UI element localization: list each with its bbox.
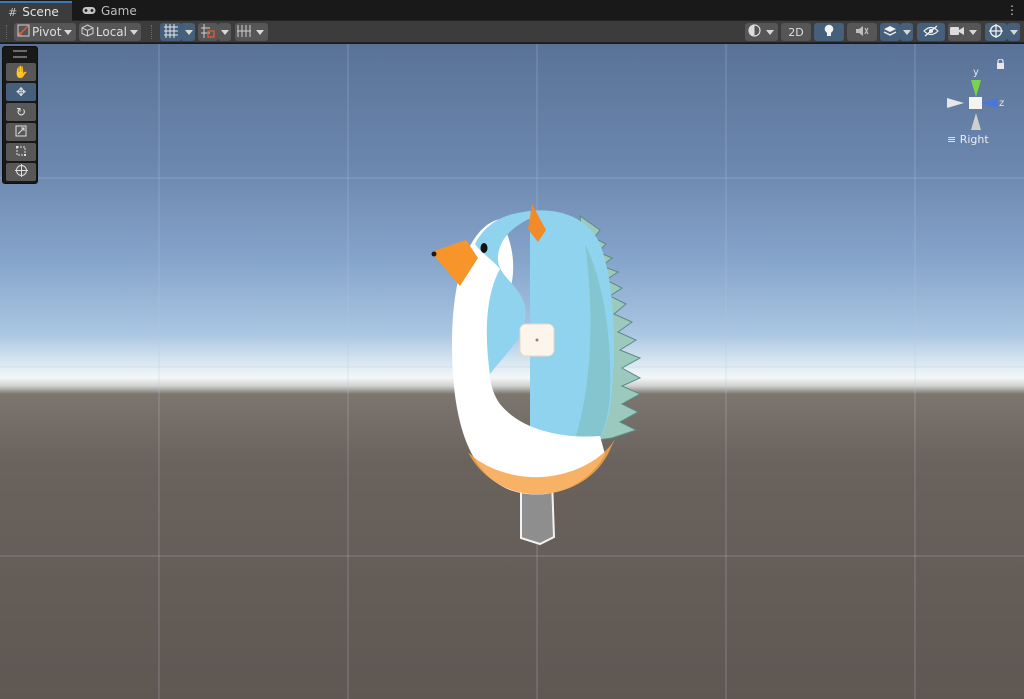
- grid-snapping-dropdown[interactable]: [182, 23, 195, 41]
- lock-icon[interactable]: [996, 58, 1005, 72]
- cube-icon: [79, 24, 96, 40]
- transform-tool-button[interactable]: [6, 163, 36, 181]
- tab-game-label: Game: [101, 4, 137, 18]
- chevron-down-icon: [64, 29, 73, 35]
- move-icon: ✥: [15, 85, 27, 99]
- gizmo-globe-icon: [989, 23, 1003, 41]
- draw-mode-dropdown[interactable]: [745, 23, 778, 41]
- rect-tool-button[interactable]: [6, 143, 36, 161]
- gizmo-y-label: y: [973, 67, 979, 78]
- scene-toolbar: Pivot Local 2D: [0, 21, 1024, 43]
- rotate-icon: ↻: [15, 105, 27, 119]
- increment-snap-dropdown[interactable]: [218, 23, 231, 41]
- chevron-down-icon: [130, 29, 138, 35]
- local-label: Local: [95, 25, 127, 39]
- audio-toggle[interactable]: [847, 23, 877, 41]
- scene-visibility-toggle[interactable]: [917, 23, 945, 41]
- grid-snap-icon: [164, 23, 178, 41]
- effects-toggle[interactable]: [880, 23, 900, 41]
- gizmos-toggle[interactable]: [985, 23, 1007, 41]
- effects-dropdown[interactable]: [900, 23, 913, 41]
- chevron-down-icon: [969, 29, 977, 35]
- chevron-down-icon: [902, 29, 911, 35]
- hand-icon: ✋: [13, 65, 29, 79]
- bird-model[interactable]: [0, 44, 1024, 699]
- grid-snapping-button[interactable]: [160, 23, 182, 41]
- toolbar-grip: [6, 25, 8, 39]
- pivot-dropdown[interactable]: Pivot: [14, 23, 76, 41]
- camera-dropdown[interactable]: [948, 23, 981, 41]
- increment-snap-button[interactable]: [198, 23, 218, 41]
- scale-icon: [15, 125, 27, 140]
- tab-scene-label: Scene: [22, 5, 59, 19]
- chevron-down-icon: [766, 29, 774, 35]
- hand-tool-button[interactable]: ✋: [6, 63, 36, 81]
- lightbulb-icon: [823, 24, 835, 41]
- overlay-grip[interactable]: [13, 50, 27, 58]
- view-label-text: Right: [959, 133, 989, 146]
- tab-bar: # Scene Game ⋮: [0, 0, 1024, 21]
- toolbar-separator: [151, 25, 153, 39]
- snap-increment-icon: [201, 23, 215, 41]
- toggle-2d-button[interactable]: 2D: [781, 23, 811, 41]
- local-dropdown[interactable]: Local: [79, 23, 141, 41]
- scale-tool-button[interactable]: [6, 123, 36, 141]
- chevron-down-icon: [256, 29, 264, 35]
- hidden-eye-icon: [923, 25, 939, 40]
- scene-viewport[interactable]: y z ≡ Right: [0, 44, 1024, 699]
- shading-sphere-icon: [745, 24, 763, 40]
- tab-scene[interactable]: # Scene: [0, 1, 72, 21]
- chevron-down-icon: [184, 29, 193, 35]
- pivot-icon: [14, 24, 32, 40]
- gamepad-icon: [82, 5, 96, 18]
- toggle-2d-label: 2D: [788, 25, 804, 39]
- view-label[interactable]: ≡ Right: [947, 133, 989, 146]
- grid-visibility-dropdown[interactable]: [235, 23, 268, 41]
- gizmo-z-label: z: [999, 98, 1004, 109]
- grid-icon: #: [8, 5, 18, 19]
- transform-icon: [14, 164, 28, 180]
- rotate-tool-button[interactable]: ↻: [6, 103, 36, 121]
- grid-plane-icon: [235, 24, 253, 40]
- move-tool-button[interactable]: ✥: [6, 83, 36, 101]
- chevron-down-icon: [220, 29, 229, 35]
- lighting-toggle[interactable]: [814, 23, 844, 41]
- menu-lines-icon: ≡: [947, 133, 957, 146]
- rect-icon: [15, 145, 27, 160]
- tab-game[interactable]: Game: [74, 1, 137, 21]
- audio-mute-icon: [855, 25, 869, 40]
- more-options-icon[interactable]: ⋮: [1006, 3, 1018, 18]
- eye: [480, 243, 488, 253]
- camera-icon: [948, 25, 966, 39]
- pivot-label: Pivot: [32, 25, 62, 39]
- gizmos-dropdown[interactable]: [1007, 23, 1020, 41]
- chevron-down-icon: [1009, 29, 1018, 35]
- tools-overlay: ✋ ✥ ↻: [2, 46, 38, 184]
- layers-icon: [883, 25, 897, 40]
